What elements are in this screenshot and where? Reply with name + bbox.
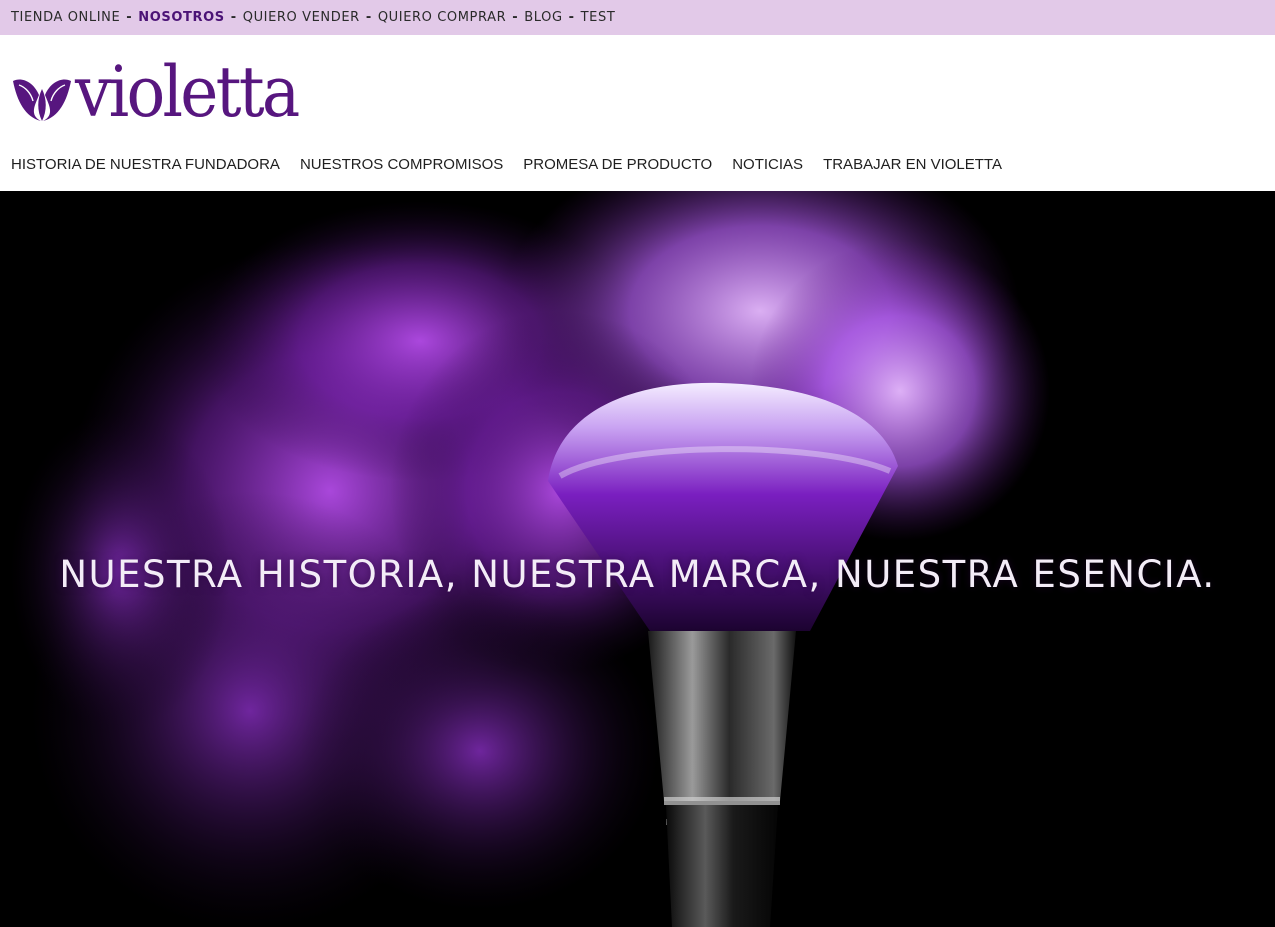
top-utility-bar: TIENDA ONLINE - NOSOTROS - QUIERO VENDER…	[0, 0, 1275, 35]
nav-item-trabajar-violetta[interactable]: TRABAJAR EN VIOLETTA	[823, 156, 1002, 173]
main-navigation: HISTORIA DE NUESTRA FUNDADORA NUESTROS C…	[11, 156, 1022, 173]
nav-item-compromisos[interactable]: NUESTROS COMPROMISOS	[300, 156, 503, 173]
topbar-separator: -	[512, 10, 519, 25]
topbar-link-blog[interactable]: BLOG	[524, 10, 562, 25]
nav-item-promesa-producto[interactable]: PROMESA DE PRODUCTO	[523, 156, 712, 173]
violet-flower-logo-icon	[13, 79, 71, 121]
topbar-separator: -	[230, 10, 237, 25]
topbar-separator: -	[365, 10, 372, 25]
topbar-separator: -	[126, 10, 133, 25]
topbar-link-test[interactable]: TEST	[581, 10, 616, 25]
nav-item-noticias[interactable]: NOTICIAS	[732, 156, 803, 173]
hero-title: NUESTRA HISTORIA, NUESTRA MARCA, NUESTRA…	[59, 553, 1216, 596]
topbar-link-quiero-vender[interactable]: QUIERO VENDER	[243, 10, 360, 25]
topbar-link-nosotros[interactable]: NOSOTROS	[138, 10, 224, 25]
nav-item-historia-fundadora[interactable]: HISTORIA DE NUESTRA FUNDADORA	[11, 156, 280, 173]
topbar-link-tienda-online[interactable]: TIENDA ONLINE	[11, 10, 120, 25]
topbar-link-quiero-comprar[interactable]: QUIERO COMPRAR	[378, 10, 506, 25]
hero-banner: NUESTRA HISTORIA, NUESTRA MARCA, NUESTRA…	[0, 191, 1275, 927]
site-logo[interactable]: violetta	[11, 55, 317, 127]
site-header: violetta HISTORIA DE NUESTRA FUNDADORA N…	[0, 35, 1275, 191]
topbar-separator: -	[568, 10, 575, 25]
logo-wordmark: violetta	[75, 51, 300, 133]
